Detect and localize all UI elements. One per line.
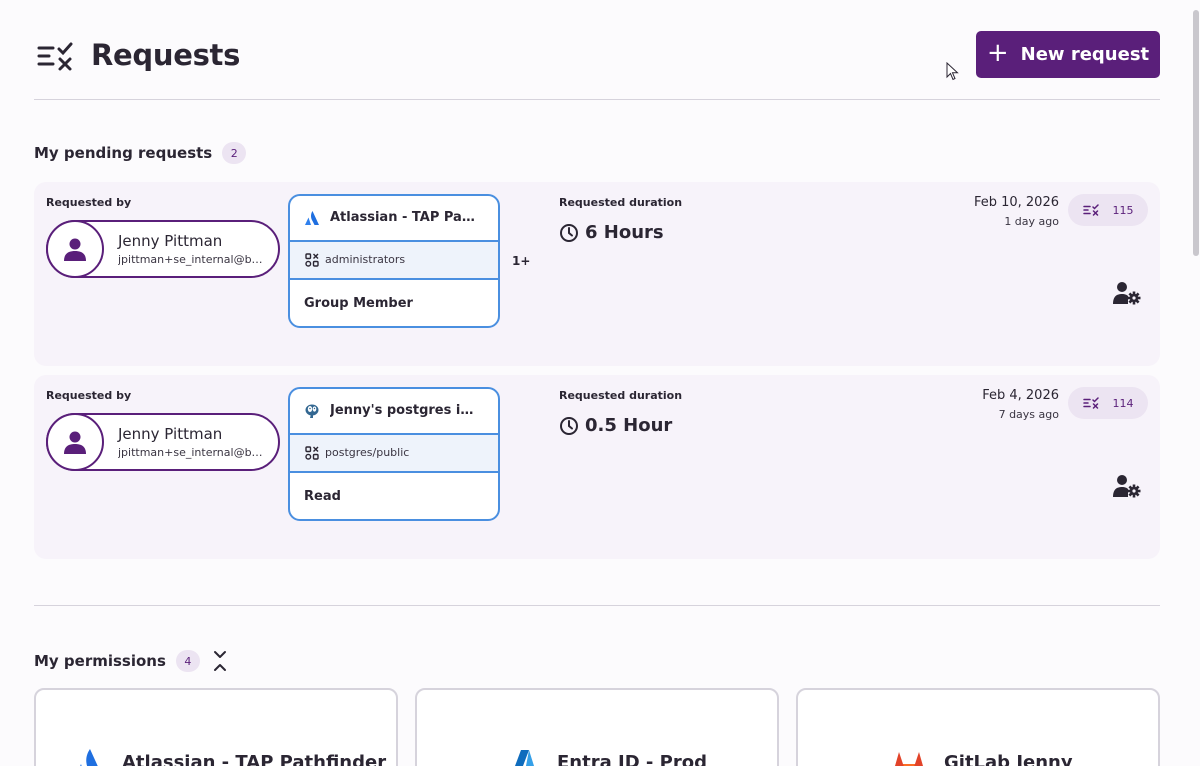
requester-name: Jenny Pittman bbox=[118, 232, 223, 250]
mouse-cursor-icon bbox=[946, 62, 959, 81]
resource-summary[interactable]: Jenny's postgres ins… postgres/public Re… bbox=[288, 387, 500, 521]
request-date: Feb 4, 2026 bbox=[982, 388, 1059, 403]
new-request-label: New request bbox=[1020, 44, 1150, 65]
group-row: postgres/public bbox=[290, 435, 498, 473]
requested-duration: 6 Hours bbox=[559, 222, 664, 243]
resource-name: Atlassian - TAP Path… bbox=[330, 210, 480, 225]
resource-row: Atlassian - TAP Path… bbox=[290, 196, 498, 242]
duration-value: 6 Hours bbox=[585, 222, 664, 243]
requester-email: jpittman+se_internal@b… bbox=[118, 253, 263, 266]
pending-requests-title: My pending requests bbox=[34, 144, 213, 162]
user-settings-icon[interactable] bbox=[1112, 473, 1142, 499]
plus-icon: + bbox=[986, 38, 1009, 68]
requester-chip[interactable]: Jenny Pittman jpittman+se_internal@b… bbox=[46, 413, 280, 471]
requests-icon bbox=[1082, 204, 1099, 216]
duration-value: 0.5 Hour bbox=[585, 415, 673, 436]
group-name: administrators bbox=[325, 253, 406, 266]
group-icon bbox=[305, 253, 319, 267]
permission-card[interactable]: Atlassian - TAP Pathfinder bbox=[34, 688, 398, 766]
role-name: Read bbox=[304, 489, 341, 504]
section-divider bbox=[34, 605, 1160, 606]
request-id-badge[interactable]: 115 bbox=[1068, 194, 1148, 226]
clock-icon bbox=[560, 416, 578, 435]
user-icon bbox=[64, 431, 86, 454]
atlassian-icon bbox=[305, 211, 319, 225]
more-resources-count[interactable]: 1+ bbox=[512, 254, 530, 268]
request-id: 114 bbox=[1112, 396, 1134, 410]
postgres-icon bbox=[305, 404, 319, 418]
permissions-header: My permissions 4 bbox=[34, 650, 228, 672]
page-scrollbar[interactable] bbox=[1192, 0, 1200, 766]
requests-icon bbox=[1082, 397, 1099, 409]
scrollbar-thumb[interactable] bbox=[1193, 10, 1199, 256]
clock-icon bbox=[560, 223, 578, 242]
request-card[interactable]: Requested by Jenny Pittman jpittman+se_i… bbox=[34, 182, 1160, 366]
permission-name: GitLab Jenny bbox=[944, 752, 1073, 766]
role-name: Group Member bbox=[304, 296, 413, 311]
resource-summary[interactable]: Atlassian - TAP Path… administrators Gro… bbox=[288, 194, 500, 328]
permission-name: Entra ID - Prod bbox=[557, 752, 707, 766]
request-id-badge[interactable]: 114 bbox=[1068, 387, 1148, 419]
request-relative-time: 1 day ago bbox=[1004, 215, 1059, 228]
gitlab-icon bbox=[895, 752, 923, 766]
requester-chip[interactable]: Jenny Pittman jpittman+se_internal@b… bbox=[46, 220, 280, 278]
permissions-title: My permissions bbox=[34, 652, 166, 670]
avatar bbox=[46, 413, 104, 471]
requested-duration: 0.5 Hour bbox=[559, 415, 672, 436]
requester-email: jpittman+se_internal@b… bbox=[118, 446, 263, 459]
page-header: Requests + New request bbox=[34, 30, 1160, 80]
azure-icon bbox=[515, 750, 534, 766]
request-id: 115 bbox=[1112, 203, 1134, 217]
request-card[interactable]: Requested by Jenny Pittman jpittman+se_i… bbox=[34, 375, 1160, 559]
resource-row: Jenny's postgres ins… bbox=[290, 389, 498, 435]
header-divider bbox=[34, 99, 1160, 100]
request-date: Feb 10, 2026 bbox=[973, 195, 1059, 210]
permission-card[interactable]: GitLab Jenny bbox=[796, 688, 1160, 766]
avatar bbox=[46, 220, 104, 278]
permission-card[interactable]: Entra ID - Prod bbox=[415, 688, 779, 766]
user-settings-icon[interactable] bbox=[1112, 280, 1142, 306]
collapse-icon[interactable] bbox=[212, 650, 228, 672]
user-icon bbox=[64, 238, 86, 261]
resource-name: Jenny's postgres ins… bbox=[330, 403, 480, 418]
atlassian-icon bbox=[80, 749, 98, 766]
requests-page: Requests + New request My pending reques… bbox=[34, 0, 1160, 766]
requested-duration-label: Requested duration bbox=[559, 389, 683, 402]
requested-by-label: Requested by bbox=[46, 389, 132, 402]
requested-by-label: Requested by bbox=[46, 196, 132, 209]
requester-name: Jenny Pittman bbox=[118, 425, 223, 443]
requests-icon bbox=[37, 42, 73, 71]
requested-duration-label: Requested duration bbox=[559, 196, 683, 209]
page-title: Requests bbox=[91, 38, 241, 72]
group-name: postgres/public bbox=[325, 446, 410, 459]
request-relative-time: 7 days ago bbox=[998, 408, 1059, 421]
new-request-button[interactable]: + New request bbox=[976, 31, 1160, 78]
pending-count-badge: 2 bbox=[222, 142, 247, 164]
permission-name: Atlassian - TAP Pathfinder bbox=[122, 752, 387, 766]
permissions-count-badge: 4 bbox=[175, 650, 200, 672]
pending-requests-header: My pending requests 2 bbox=[34, 142, 247, 164]
group-icon bbox=[305, 446, 319, 460]
group-row: administrators bbox=[290, 242, 498, 280]
